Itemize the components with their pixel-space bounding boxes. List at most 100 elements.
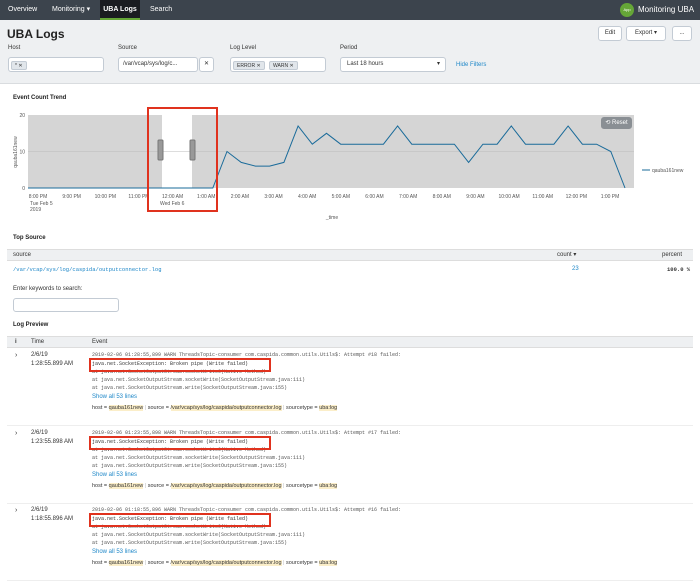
host-label: Host [8, 45, 21, 51]
stack-line: at java.net.SocketOutputStream.write(Soc… [92, 540, 288, 546]
col-source[interactable]: source [13, 250, 31, 260]
host-meta-label: host = [92, 483, 108, 489]
loglevel-multiselect[interactable]: ERROR ✕ WARN ✕ [230, 57, 326, 72]
source-field-value[interactable]: /var/vcap/sys/log/caspida/outputconnecto… [170, 560, 282, 566]
sourcetype-field-value[interactable]: uba:log [319, 405, 338, 411]
sourcetype-field-value[interactable]: uba:log [319, 483, 338, 489]
log-preview-header: i Time Event [7, 336, 693, 348]
event-meta: host = qauba161new | source = /var/vcap/… [92, 483, 338, 489]
col-time[interactable]: Time [31, 337, 44, 347]
event-date: 2/6/19 [31, 430, 48, 436]
reset-zoom-button[interactable]: ⟲ Reset [601, 117, 632, 129]
chevron-down-icon: ▾ [436, 61, 440, 67]
source-field-value[interactable]: /var/vcap/sys/log/caspida/outputconnecto… [170, 405, 282, 411]
top-source-header: source count ▾ percent [7, 249, 693, 261]
loglevel-token-warn[interactable]: WARN ✕ [269, 61, 298, 70]
host-multiselect[interactable]: * ✕ [8, 57, 104, 72]
sourcetype-meta-label: sourcetype = [286, 483, 318, 489]
host-token[interactable]: * ✕ [11, 61, 27, 70]
x-tick-label: 9:00 PM [62, 194, 81, 200]
host-field-value[interactable]: qauba161new [108, 405, 144, 411]
annotation-box-exception [89, 358, 271, 372]
date-label-year: 2019 [30, 207, 41, 213]
chevron-right-icon[interactable]: › [15, 352, 17, 359]
export-button[interactable]: Export ▾ [626, 26, 666, 41]
x-tick-label: 7:00 AM [399, 194, 417, 200]
y-tick-label: 10 [19, 150, 25, 156]
annotation-box-exception [89, 436, 271, 450]
tab-overview[interactable]: Overview [8, 0, 37, 20]
event-meta: host = qauba161new | source = /var/vcap/… [92, 560, 338, 566]
x-tick-label: 11:00 AM [532, 194, 553, 200]
keywords-label: Enter keywords to search: [13, 286, 83, 292]
period-value: Last 18 hours [347, 61, 384, 67]
app-logo: App [620, 3, 634, 17]
tab-uba-logs[interactable]: UBA Logs [100, 0, 140, 20]
hide-filters-link[interactable]: Hide Filters [456, 62, 486, 68]
x-tick-label: 8:00 AM [433, 194, 451, 200]
app-title: Monitoring UBA [638, 5, 695, 14]
tab-search[interactable]: Search [150, 0, 172, 20]
col-count-label: count [557, 252, 572, 258]
loglevel-token-error[interactable]: ERROR ✕ [233, 61, 265, 70]
period-label: Period [340, 45, 358, 51]
close-icon: ✕ [203, 61, 210, 67]
x-tick-label: 5:00 AM [332, 194, 350, 200]
host-field-value[interactable]: qauba161new [108, 483, 144, 489]
source-meta-label: source = [147, 405, 169, 411]
x-tick-label: 4:00 AM [298, 194, 316, 200]
x-tick-label: 1:00 PM [601, 194, 620, 200]
source-link[interactable]: /var/vcap/sys/log/caspida/outputconnecto… [13, 266, 162, 273]
sourcetype-meta-label: sourcetype = [286, 560, 318, 566]
host-meta-label: host = [92, 405, 108, 411]
more-button[interactable]: ... [672, 26, 692, 41]
period-picker[interactable]: Last 18 hours ▾ [340, 57, 446, 72]
event-date: 2/6/19 [31, 507, 48, 513]
x-tick-label: 6:00 AM [365, 194, 383, 200]
keywords-input[interactable] [13, 298, 119, 312]
x-axis-label: _time [325, 215, 338, 221]
col-count[interactable]: count ▾ [557, 250, 576, 260]
tab-monitoring[interactable]: Monitoring ▾ [52, 0, 90, 20]
annotation-box-chart [147, 107, 218, 212]
x-tick-label: 12:00 PM [566, 194, 587, 200]
show-all-lines-link[interactable]: Show all 53 lines [92, 472, 137, 478]
x-tick-label: 3:00 AM [264, 194, 282, 200]
loglevel-label: Log Level [230, 45, 257, 51]
host-meta-label: host = [92, 560, 108, 566]
source-meta-label: source = [147, 483, 169, 489]
chart-svg: 20100 8:00 PM 9:00 PM 10:00 PM 11:00 PM 12:0… [13, 113, 684, 221]
x-tick-label: 2:00 AM [231, 194, 249, 200]
y-axis-label: qauba161new [13, 136, 19, 168]
col-percent[interactable]: percent [662, 250, 682, 260]
percent-value: 100.0 % [667, 266, 691, 273]
sourcetype-field-value[interactable]: uba:log [319, 560, 338, 566]
event-meta: host = qauba161new | source = /var/vcap/… [92, 405, 338, 411]
error-token-label: ERROR [237, 63, 256, 69]
source-field-value[interactable]: /var/vcap/sys/log/caspida/outputconnecto… [170, 483, 282, 489]
chevron-right-icon[interactable]: › [15, 430, 17, 437]
edit-button[interactable]: Edit [598, 26, 622, 41]
source-value: /var/vcap/sys/log/c... [123, 61, 178, 67]
dashboard-header [0, 20, 700, 84]
source-clear-button[interactable]: ✕ [199, 57, 214, 72]
source-dropdown[interactable]: /var/vcap/sys/log/c... [118, 57, 198, 72]
log-preview-title: Log Preview [13, 322, 49, 328]
chevron-right-icon[interactable]: › [15, 507, 17, 514]
stack-line: at java.net.SocketOutputStream.socketWri… [92, 532, 306, 538]
warn-token-label: WARN [273, 63, 289, 69]
legend-label: qauba161new [652, 168, 684, 174]
show-all-lines-link[interactable]: Show all 53 lines [92, 394, 137, 400]
event-date: 2/6/19 [31, 352, 48, 358]
col-event[interactable]: Event [92, 337, 107, 347]
source-label: Source [118, 45, 138, 51]
x-tick-label: 10:00 PM [95, 194, 116, 200]
top-nav: Overview Monitoring ▾ UBA Logs Search Ap… [0, 0, 700, 20]
col-info: i [15, 339, 17, 345]
show-all-lines-link[interactable]: Show all 53 lines [92, 549, 137, 555]
count-value[interactable]: 23 [572, 266, 579, 272]
host-field-value[interactable]: qauba161new [108, 560, 144, 566]
y-tick-label: 20 [19, 113, 25, 119]
event-count-chart: 20 10 0 8:00 PM 9:00 PM 10:00 PM 11:00 PM 12:0… [0, 100, 700, 230]
sourcetype-meta-label: sourcetype = [286, 405, 318, 411]
